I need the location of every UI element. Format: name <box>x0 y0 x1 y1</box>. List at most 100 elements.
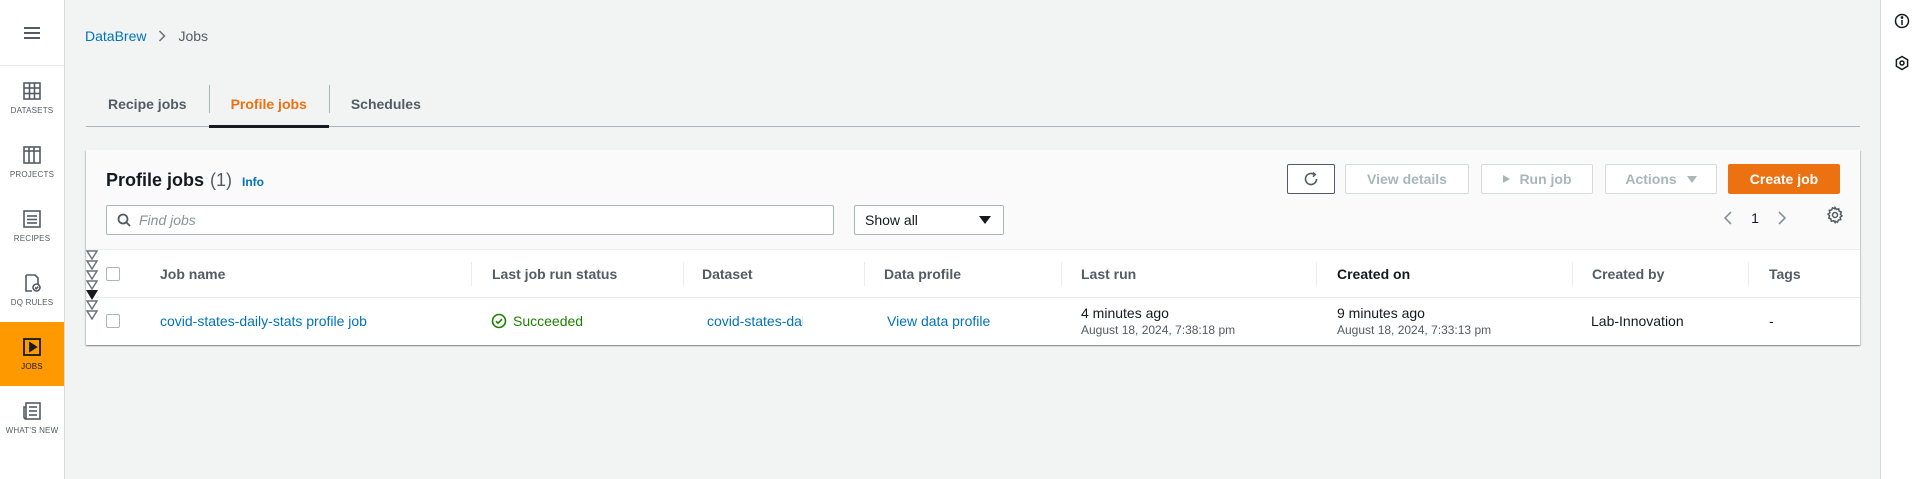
column-header-data-profile[interactable]: Data profile <box>884 250 961 298</box>
view-details-button[interactable]: View details <box>1345 164 1469 194</box>
created-by-text: Lab-Innovation <box>1591 313 1684 329</box>
job-name-link[interactable]: covid-states-daily-stats profile job <box>160 313 367 329</box>
tags-cell: - <box>1769 298 1774 344</box>
column-label: Dataset <box>702 266 753 282</box>
doc-check-icon <box>22 273 42 293</box>
caret-down-icon <box>979 216 991 224</box>
search-input[interactable] <box>139 212 819 228</box>
actions-button[interactable]: Actions <box>1605 164 1717 194</box>
status-cell: Succeeded <box>491 298 583 344</box>
breadcrumb: DataBrew Jobs <box>85 28 208 44</box>
nav-item-recipes[interactable]: RECIPES <box>0 194 64 258</box>
play-icon <box>1502 174 1511 184</box>
row-checkbox[interactable] <box>106 314 120 328</box>
dataset-link[interactable]: covid-states-daily-stats <box>707 313 803 329</box>
column-label: Tags <box>1769 266 1801 282</box>
nav-label: DATASETS <box>10 106 54 115</box>
pagination: 1 <box>1716 210 1794 226</box>
column-divider <box>1572 262 1573 286</box>
help-panel-button[interactable] <box>1881 42 1922 84</box>
panel-title: Profile jobs (1) Info <box>106 170 264 191</box>
filter-value: Show all <box>865 212 918 228</box>
column-header-tags[interactable]: Tags <box>1769 250 1801 298</box>
tags-text: - <box>1769 313 1774 329</box>
status-text: Succeeded <box>513 313 584 329</box>
column-divider <box>1061 262 1062 286</box>
info-panel-button[interactable] <box>1881 0 1922 42</box>
search-icon <box>117 213 131 227</box>
select-all-checkbox[interactable] <box>106 267 120 281</box>
filter-select[interactable]: Show all <box>854 205 1004 235</box>
tab-schedules[interactable]: Schedules <box>328 82 443 126</box>
column-header-last-job-run-status[interactable]: Last job run status <box>492 250 617 298</box>
column-header-created-by[interactable]: Created by <box>1592 250 1664 298</box>
run-job-button[interactable]: Run job <box>1481 164 1593 194</box>
panel-count: (1) <box>210 170 233 190</box>
panel-header: Profile jobs (1) Info View details Run j… <box>86 150 1860 250</box>
tab-profile-jobs[interactable]: Profile jobs <box>208 82 330 128</box>
column-label: Created on <box>1337 266 1411 282</box>
column-label: Created by <box>1592 266 1665 282</box>
chevron-right-icon <box>158 30 167 42</box>
job-name-cell: covid-states-daily-stats profile job <box>160 298 367 344</box>
column-label: Job name <box>160 266 226 282</box>
nav-item-dq-rules[interactable]: DQ RULES <box>0 258 64 322</box>
menu-button[interactable] <box>0 0 64 66</box>
search-field[interactable] <box>106 205 834 235</box>
last-run-date: August 18, 2024, 7:38:18 pm <box>1081 323 1236 337</box>
tab-recipe-jobs[interactable]: Recipe jobs <box>86 82 209 126</box>
column-divider <box>683 262 684 286</box>
page-number[interactable]: 1 <box>1740 210 1770 226</box>
play-icon <box>22 337 42 357</box>
nav-label: WHAT'S NEW <box>5 426 59 435</box>
hexagon-icon <box>1894 55 1910 71</box>
refresh-icon <box>1303 171 1319 187</box>
breadcrumb-databrew[interactable]: DataBrew <box>85 28 146 44</box>
column-header-job-name[interactable]: Job name <box>160 250 225 298</box>
column-header-created-on[interactable]: Created on <box>1337 250 1410 298</box>
nav-item-jobs[interactable]: JOBS <box>0 322 64 386</box>
table-header: Job name Last job run status Dataset Dat… <box>86 250 1860 320</box>
view-data-profile-link[interactable]: View data profile <box>887 313 990 329</box>
breadcrumb-jobs: Jobs <box>178 28 209 44</box>
column-header-dataset[interactable]: Dataset <box>702 250 753 298</box>
select-all-cell <box>106 250 120 298</box>
news-icon <box>22 401 42 421</box>
data-profile-cell: View data profile <box>887 298 990 344</box>
actions-label: Actions <box>1625 171 1677 187</box>
left-nav: DATASETS PROJECTS RECIPES DQ RULES JOBS … <box>0 0 65 479</box>
profile-jobs-panel: Profile jobs (1) Info View details Run j… <box>86 150 1860 345</box>
gear-icon[interactable] <box>1826 206 1844 224</box>
info-link[interactable]: Info <box>242 175 264 189</box>
created-on-date: August 18, 2024, 7:33:13 pm <box>1337 323 1492 337</box>
list-icon <box>22 209 42 229</box>
nav-item-whats-new[interactable]: WHAT'S NEW <box>0 386 64 450</box>
hamburger-icon <box>24 26 40 40</box>
nav-item-datasets[interactable]: DATASETS <box>0 66 64 130</box>
column-divider <box>1316 262 1317 286</box>
run-job-label: Run job <box>1519 171 1572 187</box>
column-label: Last run <box>1081 266 1137 282</box>
created-on-relative: 9 minutes ago <box>1337 305 1425 321</box>
row-select-cell <box>106 298 120 344</box>
table-row[interactable]: covid-states-daily-stats profile job Suc… <box>86 298 1860 344</box>
column-label: Last job run status <box>492 266 618 282</box>
column-header-last-run[interactable]: Last run <box>1081 250 1136 298</box>
success-check-icon <box>491 313 513 329</box>
table-grid-icon <box>22 81 42 101</box>
nav-item-projects[interactable]: PROJECTS <box>0 130 64 194</box>
previous-page-button[interactable] <box>1716 211 1740 225</box>
column-label: Data profile <box>884 266 962 282</box>
nav-label: DQ RULES <box>10 298 54 307</box>
created-by-cell: Lab-Innovation <box>1591 298 1684 344</box>
status-badge: Succeeded <box>491 313 583 329</box>
grid-icon <box>22 145 42 165</box>
next-page-button[interactable] <box>1770 211 1794 225</box>
last-run-relative: 4 minutes ago <box>1081 305 1169 321</box>
refresh-button[interactable] <box>1287 164 1335 194</box>
create-job-button[interactable]: Create job <box>1728 164 1840 194</box>
dataset-cell: covid-states-daily-stats <box>707 298 803 344</box>
last-run-cell: 4 minutes ago August 18, 2024, 7:38:18 p… <box>1081 298 1235 344</box>
panel-title-text: Profile jobs <box>106 170 205 190</box>
column-divider <box>471 262 472 286</box>
